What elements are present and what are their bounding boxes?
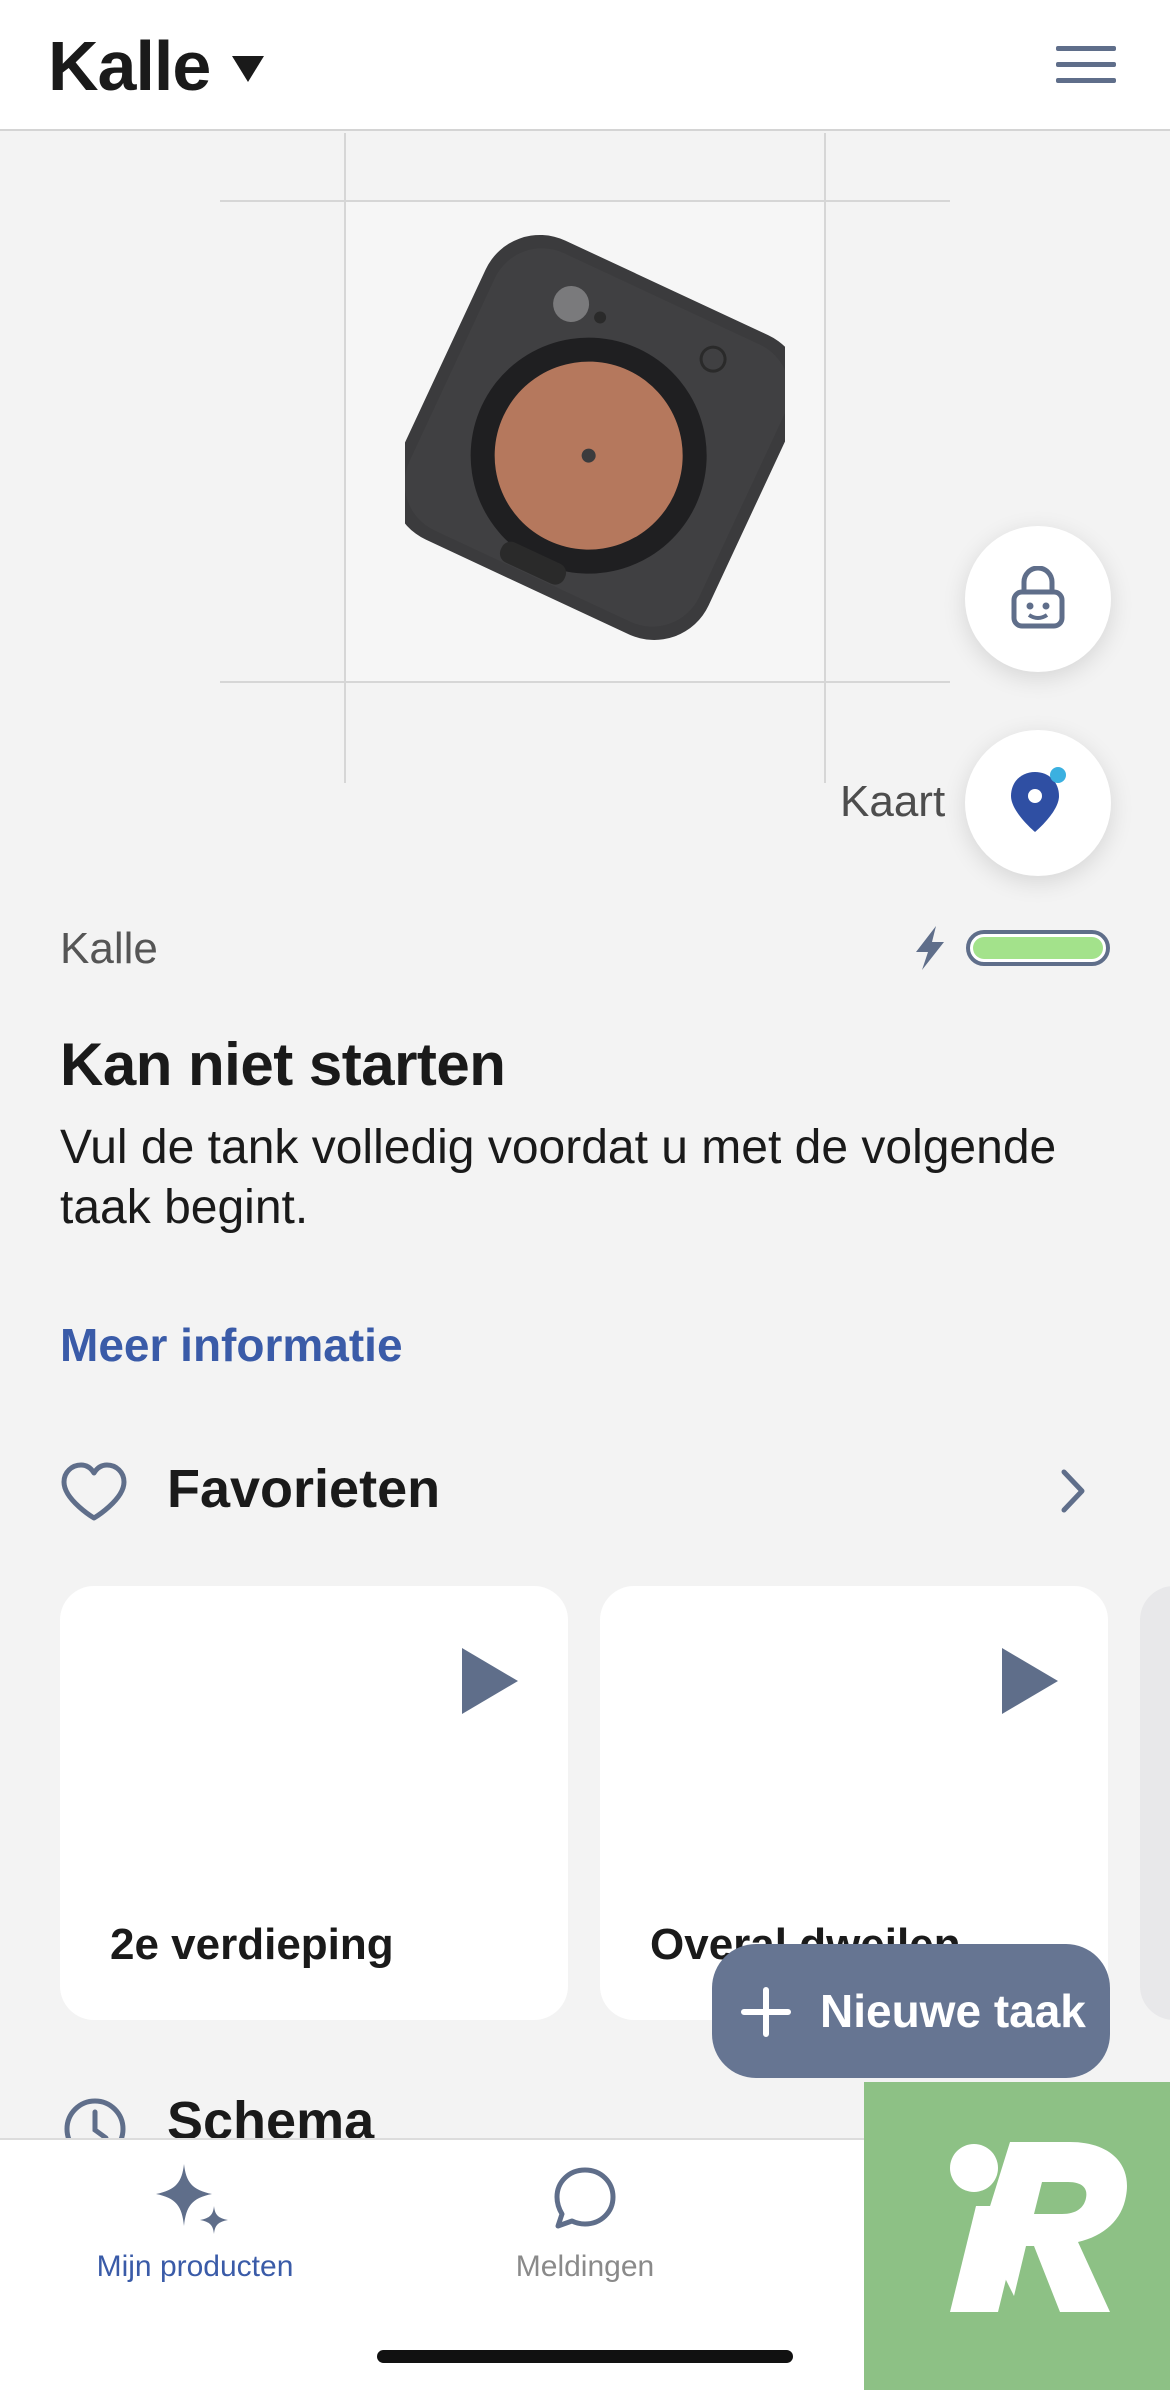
app-header: Kalle xyxy=(0,0,1170,131)
tab-my-products[interactable]: Mijn producten xyxy=(40,2140,350,2300)
play-icon[interactable] xyxy=(458,1646,520,1716)
plus-icon xyxy=(741,1987,791,2037)
status-description: Vul de tank volledig voordat u met de vo… xyxy=(60,1121,1057,1234)
chevron-right-icon[interactable] xyxy=(1058,1468,1088,1514)
map-pin-icon xyxy=(1011,767,1066,832)
play-icon[interactable] xyxy=(998,1646,1060,1716)
robot-selector-title[interactable]: Kalle xyxy=(48,26,211,106)
sparkle-icon xyxy=(156,2164,228,2234)
tab-notifications[interactable]: Meldingen xyxy=(430,2140,740,2300)
map-button[interactable] xyxy=(965,730,1111,876)
battery-indicator xyxy=(912,922,1112,974)
more-info-link[interactable]: Meer informatie xyxy=(60,1318,403,1372)
tab-label: Mijn producten xyxy=(96,2250,294,2283)
irobot-logo xyxy=(864,2082,1170,2390)
new-task-label: Nieuwe taak xyxy=(820,1985,1086,2037)
grid-line xyxy=(220,681,950,683)
home-indicator xyxy=(377,2350,793,2363)
favorite-label: 2e verdieping xyxy=(110,1920,394,1969)
charging-bolt-icon xyxy=(916,926,944,970)
robot-name: Kalle xyxy=(60,924,158,973)
irobot-logo-icon xyxy=(950,2142,1127,2312)
map-label[interactable]: Kaart xyxy=(840,777,945,827)
chat-bubble-icon xyxy=(554,2167,616,2229)
tab-label: Meldingen xyxy=(515,2250,655,2283)
favorites-header[interactable]: Favorieten xyxy=(0,1440,1170,1540)
chevron-down-icon[interactable] xyxy=(232,56,264,82)
hamburger-menu-icon[interactable] xyxy=(1048,40,1116,90)
robot-mop-image[interactable] xyxy=(391,232,803,652)
status-title: Kan niet starten xyxy=(60,1031,506,1098)
favorites-title: Favorieten xyxy=(167,1459,441,1519)
heart-icon xyxy=(61,1462,127,1521)
new-task-button[interactable]: Nieuwe taak xyxy=(712,1944,1110,2078)
child-lock-button[interactable] xyxy=(965,526,1111,672)
favorite-card[interactable]: 2e verdieping xyxy=(60,1586,568,2020)
favorite-card-peek[interactable] xyxy=(1140,1586,1170,2020)
grid-line xyxy=(824,133,826,783)
child-lock-icon xyxy=(1011,566,1065,629)
